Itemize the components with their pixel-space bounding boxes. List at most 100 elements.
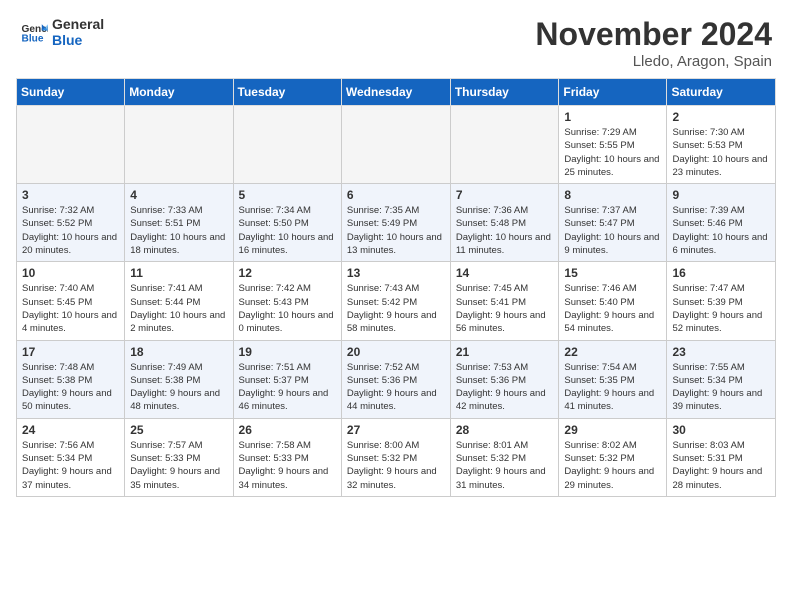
day-number: 7 <box>456 188 554 202</box>
day-number: 16 <box>672 266 770 280</box>
day-info: Sunrise: 8:00 AMSunset: 5:32 PMDaylight:… <box>347 439 445 492</box>
day-info: Sunrise: 7:42 AMSunset: 5:43 PMDaylight:… <box>239 282 336 335</box>
table-row: 7Sunrise: 7:36 AMSunset: 5:48 PMDaylight… <box>450 184 559 262</box>
day-number: 29 <box>564 423 661 437</box>
calendar-week-row: 17Sunrise: 7:48 AMSunset: 5:38 PMDayligh… <box>17 340 776 418</box>
table-row <box>233 106 341 184</box>
logo-general: General <box>52 16 104 32</box>
day-info: Sunrise: 7:29 AMSunset: 5:55 PMDaylight:… <box>564 126 661 179</box>
table-row: 26 Sunrise: 7:58 AMSunset: 5:33 PMDayligh… <box>233 418 341 496</box>
table-row: 12 Sunrise: 7:42 AMSunset: 5:43 PMDayligh… <box>233 262 341 340</box>
svg-text:Blue: Blue <box>22 33 44 44</box>
day-number: 23 <box>672 345 770 359</box>
day-info: Sunrise: 7:40 AMSunset: 5:45 PMDaylight:… <box>22 282 119 335</box>
day-info: Sunrise: 7:47 AMSunset: 5:39 PMDaylight:… <box>672 282 770 335</box>
day-number: 5 <box>239 188 336 202</box>
title-block: November 2024 Lledo, Aragon, Spain <box>535 16 772 70</box>
table-row: 9 Sunrise: 7:39 AMSunset: 5:46 PMDaylight… <box>667 184 776 262</box>
weekday-header-sunday: Sunday <box>17 79 125 106</box>
table-row <box>450 106 559 184</box>
weekday-header-monday: Monday <box>125 79 233 106</box>
calendar-week-row: 10 Sunrise: 7:40 AMSunset: 5:45 PMDayligh… <box>17 262 776 340</box>
day-info: Sunrise: 8:02 AMSunset: 5:32 PMDaylight:… <box>564 439 661 492</box>
day-info: Sunrise: 8:03 AMSunset: 5:31 PMDaylight:… <box>672 439 770 492</box>
table-row <box>17 106 125 184</box>
day-number: 17 <box>22 345 119 359</box>
weekday-header-thursday: Thursday <box>450 79 559 106</box>
table-row: 1Sunrise: 7:29 AMSunset: 5:55 PMDaylight… <box>559 106 667 184</box>
day-number: 24 <box>22 423 119 437</box>
day-info: Sunrise: 7:54 AMSunset: 5:35 PMDaylight:… <box>564 361 661 414</box>
table-row: 20Sunrise: 7:52 AMSunset: 5:36 PMDayligh… <box>341 340 450 418</box>
calendar-week-row: 1Sunrise: 7:29 AMSunset: 5:55 PMDaylight… <box>17 106 776 184</box>
table-row: 4 Sunrise: 7:33 AMSunset: 5:51 PMDaylight… <box>125 184 233 262</box>
day-number: 18 <box>130 345 227 359</box>
table-row: 29 Sunrise: 8:02 AMSunset: 5:32 PMDayligh… <box>559 418 667 496</box>
table-row: 5Sunrise: 7:34 AMSunset: 5:50 PMDaylight… <box>233 184 341 262</box>
table-row: 28 Sunrise: 8:01 AMSunset: 5:32 PMDayligh… <box>450 418 559 496</box>
day-info: Sunrise: 7:53 AMSunset: 5:36 PMDaylight:… <box>456 361 554 414</box>
day-info: Sunrise: 7:46 AMSunset: 5:40 PMDaylight:… <box>564 282 661 335</box>
logo: General Blue General Blue <box>20 16 104 48</box>
calendar-wrapper: SundayMondayTuesdayWednesdayThursdayFrid… <box>0 78 792 505</box>
table-row: 18 Sunrise: 7:49 AMSunset: 5:38 PMDayligh… <box>125 340 233 418</box>
day-info: Sunrise: 7:35 AMSunset: 5:49 PMDaylight:… <box>347 204 445 257</box>
day-info: Sunrise: 7:33 AMSunset: 5:51 PMDaylight:… <box>130 204 227 257</box>
day-info: Sunrise: 7:30 AMSunset: 5:53 PMDaylight:… <box>672 126 770 179</box>
day-info: Sunrise: 7:39 AMSunset: 5:46 PMDaylight:… <box>672 204 770 257</box>
month-year-title: November 2024 <box>535 16 772 53</box>
day-number: 21 <box>456 345 554 359</box>
day-number: 2 <box>672 110 770 124</box>
table-row <box>341 106 450 184</box>
day-number: 27 <box>347 423 445 437</box>
table-row: 2 Sunrise: 7:30 AMSunset: 5:53 PMDaylight… <box>667 106 776 184</box>
calendar-week-row: 3 Sunrise: 7:32 AMSunset: 5:52 PMDaylight… <box>17 184 776 262</box>
table-row: 25Sunrise: 7:57 AMSunset: 5:33 PMDayligh… <box>125 418 233 496</box>
location-subtitle: Lledo, Aragon, Spain <box>535 53 772 70</box>
table-row: 30Sunrise: 8:03 AMSunset: 5:31 PMDayligh… <box>667 418 776 496</box>
table-row: 16 Sunrise: 7:47 AMSunset: 5:39 PMDayligh… <box>667 262 776 340</box>
day-info: Sunrise: 8:01 AMSunset: 5:32 PMDaylight:… <box>456 439 554 492</box>
table-row: 17Sunrise: 7:48 AMSunset: 5:38 PMDayligh… <box>17 340 125 418</box>
day-number: 25 <box>130 423 227 437</box>
day-number: 11 <box>130 266 227 280</box>
logo-icon: General Blue <box>20 18 48 46</box>
day-number: 12 <box>239 266 336 280</box>
day-info: Sunrise: 7:51 AMSunset: 5:37 PMDaylight:… <box>239 361 336 414</box>
day-number: 22 <box>564 345 661 359</box>
day-number: 10 <box>22 266 119 280</box>
day-info: Sunrise: 7:43 AMSunset: 5:42 PMDaylight:… <box>347 282 445 335</box>
day-info: Sunrise: 7:49 AMSunset: 5:38 PMDaylight:… <box>130 361 227 414</box>
weekday-header-saturday: Saturday <box>667 79 776 106</box>
calendar-table: SundayMondayTuesdayWednesdayThursdayFrid… <box>16 78 776 497</box>
day-number: 15 <box>564 266 661 280</box>
day-info: Sunrise: 7:58 AMSunset: 5:33 PMDaylight:… <box>239 439 336 492</box>
weekday-header-tuesday: Tuesday <box>233 79 341 106</box>
table-row: 24 Sunrise: 7:56 AMSunset: 5:34 PMDayligh… <box>17 418 125 496</box>
logo-blue: Blue <box>52 32 104 48</box>
table-row: 6Sunrise: 7:35 AMSunset: 5:49 PMDaylight… <box>341 184 450 262</box>
table-row: 21 Sunrise: 7:53 AMSunset: 5:36 PMDayligh… <box>450 340 559 418</box>
day-info: Sunrise: 7:45 AMSunset: 5:41 PMDaylight:… <box>456 282 554 335</box>
day-info: Sunrise: 7:52 AMSunset: 5:36 PMDaylight:… <box>347 361 445 414</box>
day-number: 3 <box>22 188 119 202</box>
day-number: 9 <box>672 188 770 202</box>
day-info: Sunrise: 7:41 AMSunset: 5:44 PMDaylight:… <box>130 282 227 335</box>
table-row: 13 Sunrise: 7:43 AMSunset: 5:42 PMDayligh… <box>341 262 450 340</box>
weekday-header-wednesday: Wednesday <box>341 79 450 106</box>
table-row: 8Sunrise: 7:37 AMSunset: 5:47 PMDaylight… <box>559 184 667 262</box>
day-info: Sunrise: 7:55 AMSunset: 5:34 PMDaylight:… <box>672 361 770 414</box>
table-row: 19Sunrise: 7:51 AMSunset: 5:37 PMDayligh… <box>233 340 341 418</box>
weekday-header-friday: Friday <box>559 79 667 106</box>
day-number: 4 <box>130 188 227 202</box>
table-row: 27 Sunrise: 8:00 AMSunset: 5:32 PMDayligh… <box>341 418 450 496</box>
table-row: 23 Sunrise: 7:55 AMSunset: 5:34 PMDayligh… <box>667 340 776 418</box>
day-number: 28 <box>456 423 554 437</box>
day-info: Sunrise: 7:37 AMSunset: 5:47 PMDaylight:… <box>564 204 661 257</box>
table-row: 15 Sunrise: 7:46 AMSunset: 5:40 PMDayligh… <box>559 262 667 340</box>
day-number: 13 <box>347 266 445 280</box>
day-info: Sunrise: 7:32 AMSunset: 5:52 PMDaylight:… <box>22 204 119 257</box>
day-number: 26 <box>239 423 336 437</box>
day-info: Sunrise: 7:56 AMSunset: 5:34 PMDaylight:… <box>22 439 119 492</box>
table-row: 22 Sunrise: 7:54 AMSunset: 5:35 PMDayligh… <box>559 340 667 418</box>
